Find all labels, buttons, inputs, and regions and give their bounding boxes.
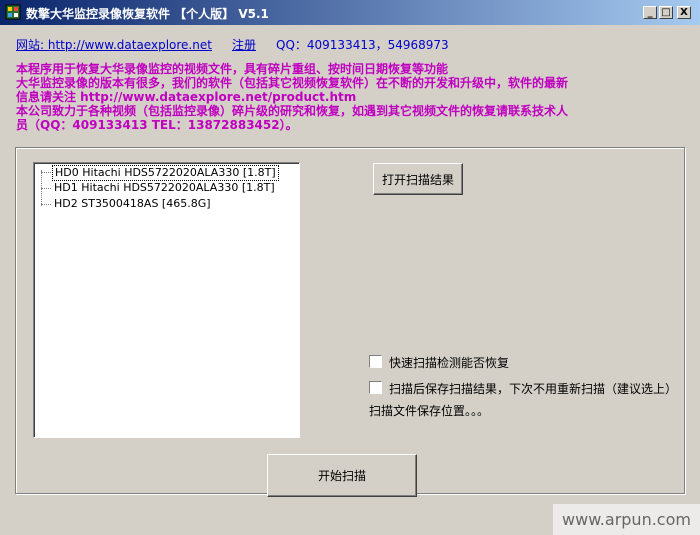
close-button[interactable]: X <box>677 6 691 19</box>
qq-info: QQ：409133413，54968973 <box>276 38 449 52</box>
tree-connector <box>41 204 51 205</box>
minimize-button[interactable]: _ <box>643 6 657 19</box>
notice-line: 信息请关注 http://www.dataexplore.net/product… <box>16 90 357 104</box>
watermark: www.arpun.com <box>553 504 700 535</box>
register-link[interactable]: 注册 <box>232 36 256 53</box>
disk-tree[interactable]: HD0 Hitachi HDS5722020ALA330 [1.8T] HD1 … <box>33 162 300 438</box>
window-title: 数擎大华监控录像恢复软件 【个人版】 V5.1 <box>26 7 269 21</box>
title-bar[interactable]: 数擎大华监控录像恢复软件 【个人版】 V5.1 _ □ X <box>0 0 700 25</box>
disk-tree-area: HD0 Hitachi HDS5722020ALA330 [1.8T] HD1 … <box>34 163 299 437</box>
notice-line: 大华监控录像的版本有很多，我们的软件（包括其它视频恢复软件）在不断的开发和升级中… <box>16 76 569 90</box>
start-scan-button[interactable]: 开始扫描 <box>267 454 417 497</box>
notice-text: 本程序用于恢复大华录像监控的视频文件，具有碎片重组、按时间日期恢复等功能 大华监… <box>16 62 626 132</box>
tree-connector <box>41 172 51 173</box>
save-results-checkbox[interactable] <box>369 381 382 394</box>
notice-line: 员（QQ：409133413 TEL：13872883452）。 <box>16 118 298 132</box>
main-window: 数擎大华监控录像恢复软件 【个人版】 V5.1 _ □ X 网站: http:/… <box>0 0 700 535</box>
tree-item-hd1[interactable]: HD1 Hitachi HDS5722020ALA330 [1.8T] <box>52 181 277 195</box>
tree-item-hd2[interactable]: HD2 ST3500418AS [465.8G] <box>52 197 213 211</box>
tree-item-hd0[interactable]: HD0 Hitachi HDS5722020ALA330 [1.8T] <box>52 165 279 181</box>
app-icon <box>5 4 21 20</box>
quick-scan-label: 快速扫描检测能否恢复 <box>389 356 510 370</box>
open-results-button[interactable]: 打开扫描结果 <box>373 163 463 195</box>
save-location-text[interactable]: 扫描文件保存位置。。。 <box>369 402 489 419</box>
notice-line: 本公司致力于各种视频（包括监控录像）碎片级的研究和恢复，如遇到其它视频文件的恢复… <box>16 104 569 118</box>
website-link[interactable]: 网站: http://www.dataexplore.net <box>16 36 212 53</box>
tree-connector <box>41 188 51 189</box>
notice-line: 本程序用于恢复大华录像监控的视频文件，具有碎片重组、按时间日期恢复等功能 <box>16 62 449 76</box>
quick-scan-checkbox[interactable] <box>369 355 382 368</box>
maximize-button[interactable]: □ <box>659 6 673 19</box>
save-results-label: 扫描后保存扫描结果，下次不用重新扫描（建议选上） <box>389 382 678 396</box>
